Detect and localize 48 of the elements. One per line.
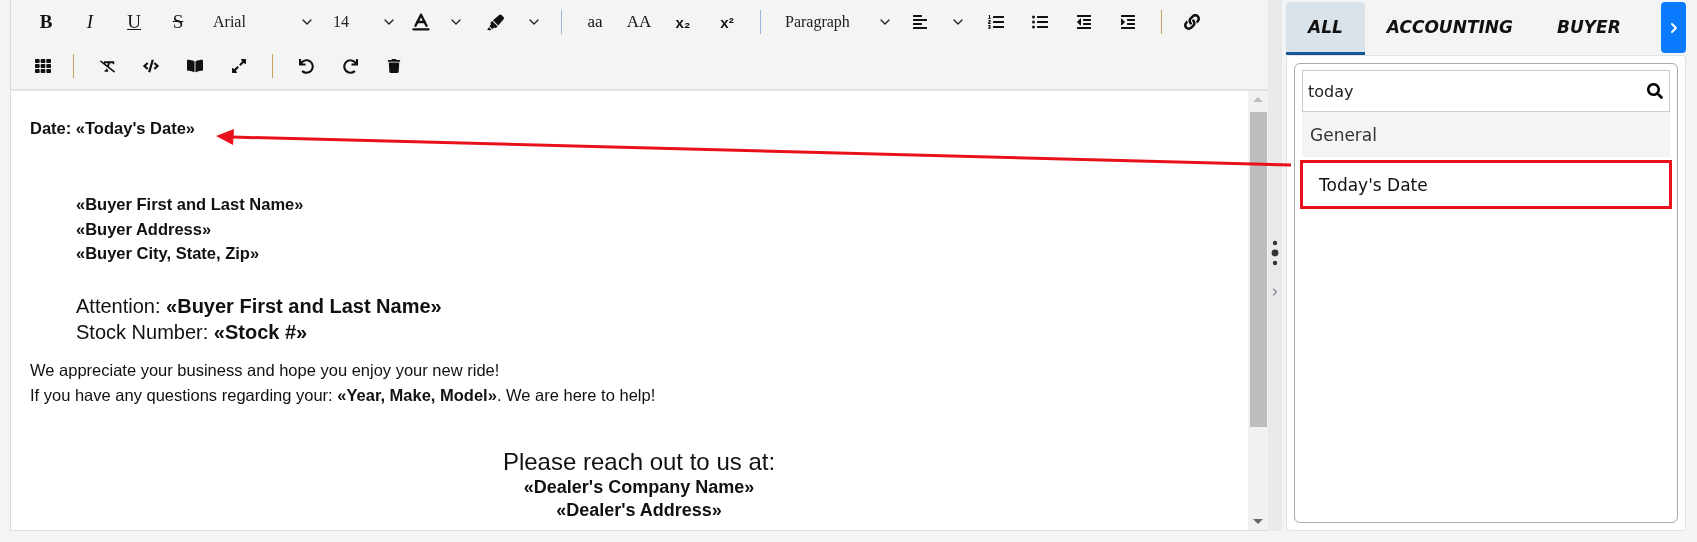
drag-handle-icon <box>1271 240 1279 266</box>
align-left-icon <box>912 14 928 30</box>
category-tab[interactable]: ALL <box>1286 2 1365 55</box>
next-tabs-button[interactable] <box>1661 2 1686 53</box>
link-icon <box>1184 14 1200 30</box>
clear-format-icon <box>99 58 115 74</box>
format-button[interactable]: I <box>69 6 111 38</box>
attention-line: Attention: «Buyer First and Last Name» <box>76 293 443 319</box>
expand-icon <box>231 58 247 74</box>
book-icon <box>187 58 203 74</box>
date-line: Date: «Today's Date» <box>30 118 196 139</box>
font-color-icon <box>410 11 432 33</box>
format-button[interactable]: S <box>157 6 199 38</box>
address-line: «Buyer First and Last Name» <box>76 194 305 215</box>
scrollbar[interactable] <box>1248 91 1268 530</box>
body-text: We appreciate your business and hope you enjoy your new ride! <box>30 359 501 381</box>
search-field[interactable]: today <box>1302 70 1670 112</box>
highlighter-icon <box>486 13 504 31</box>
category-tab[interactable]: ACCOUNTING <box>1364 2 1535 55</box>
body-text: If you have any questions regarding your: «Year, Make, Model». We are here to help! <box>30 384 657 406</box>
case-button[interactable]: aa <box>574 6 616 38</box>
format-button[interactable]: B <box>25 6 67 38</box>
bullet-list-icon <box>1032 14 1048 30</box>
format-button[interactable]: U <box>113 6 155 38</box>
redo-icon <box>342 58 358 74</box>
contact-line: «Dealer's Company Name» <box>523 475 755 499</box>
address-line: «Buyer City, State, Zip» <box>76 243 261 264</box>
search-icon <box>1647 83 1663 99</box>
grid-icon <box>35 58 51 74</box>
undo-icon <box>298 58 314 74</box>
numbered-list-icon <box>988 14 1004 30</box>
font-select[interactable]: Arial <box>201 6 319 38</box>
script-button[interactable]: x₂ <box>662 6 704 38</box>
category-tab[interactable]: BUYER <box>1535 2 1643 55</box>
script-button[interactable]: x² <box>706 6 748 38</box>
case-button[interactable]: AA <box>618 6 660 38</box>
trash-icon <box>387 59 401 73</box>
contact-heading: Please reach out to us at: <box>502 447 776 476</box>
code-icon <box>143 58 159 74</box>
contact-line: «Dealer's Address» <box>556 498 722 522</box>
attention-line: Stock Number: «Stock #» <box>76 319 309 345</box>
outdent-icon <box>1076 14 1092 30</box>
indent-icon <box>1120 14 1136 30</box>
field-item[interactable]: Today's Date <box>1300 160 1672 209</box>
block-format-select[interactable]: Paragraph <box>773 6 897 38</box>
group-header: General <box>1302 112 1670 157</box>
size-select[interactable]: 14 <box>321 6 401 38</box>
address-line: «Buyer Address» <box>76 218 213 240</box>
